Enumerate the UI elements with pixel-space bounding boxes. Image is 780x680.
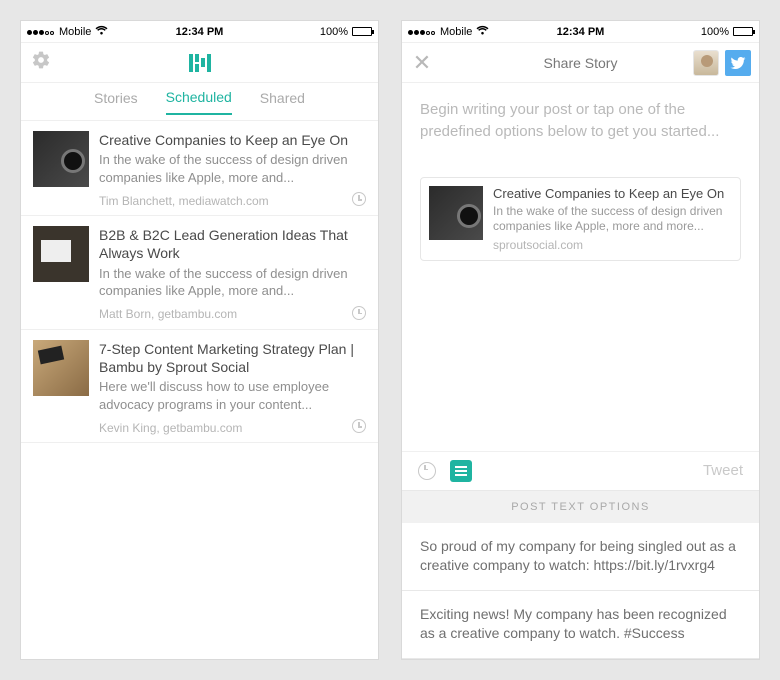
schedule-clock-icon[interactable] (418, 462, 436, 480)
story-meta: Kevin King, getbambu.com (99, 421, 242, 435)
card-source: sproutsocial.com (493, 238, 732, 252)
post-text-option[interactable]: So proud of my company for being singled… (402, 523, 759, 591)
share-nav-bar: ✕ Share Story (402, 43, 759, 83)
story-title: B2B & B2C Lead Generation Ideas That Alw… (99, 226, 366, 262)
story-desc: In the wake of the success of design dri… (99, 265, 366, 300)
battery-icon (733, 27, 753, 36)
story-thumbnail (33, 131, 89, 187)
story-desc: In the wake of the success of design dri… (99, 151, 366, 186)
twitter-button[interactable] (725, 50, 751, 76)
card-desc: In the wake of the success of design dri… (493, 204, 732, 235)
attached-story-card[interactable]: Creative Companies to Keep an Eye On In … (420, 177, 741, 261)
story-meta: Matt Born, getbambu.com (99, 307, 237, 321)
signal-dots-icon (408, 26, 436, 38)
tab-scheduled[interactable]: Scheduled (166, 89, 232, 115)
carrier-label: Mobile (440, 26, 472, 38)
compose-textarea[interactable]: Begin writing your post or tap one of th… (420, 99, 741, 173)
wifi-icon (476, 25, 489, 38)
clock-label: 12:34 PM (176, 26, 224, 38)
phone-right-share: Mobile 12:34 PM 100% ✕ Share Story Begin… (401, 20, 760, 660)
clock-label: 12:34 PM (557, 26, 605, 38)
story-title: Creative Companies to Keep an Eye On (99, 131, 366, 149)
signal-dots-icon (27, 26, 55, 38)
tweet-button[interactable]: Tweet (703, 462, 743, 479)
scheduled-list[interactable]: Creative Companies to Keep an Eye On In … (21, 121, 378, 659)
carrier-label: Mobile (59, 26, 91, 38)
battery-pct-label: 100% (320, 26, 348, 38)
list-item[interactable]: Creative Companies to Keep an Eye On In … (21, 121, 378, 216)
tab-bar: Stories Scheduled Shared (21, 83, 378, 121)
story-desc: Here we'll discuss how to use employee a… (99, 378, 366, 413)
scheduled-clock-icon (352, 306, 366, 320)
story-title: 7-Step Content Marketing Strategy Plan |… (99, 340, 366, 376)
app-logo-icon (189, 54, 211, 72)
compose-toolbar: Tweet (402, 451, 759, 491)
card-title: Creative Companies to Keep an Eye On (493, 186, 732, 202)
notes-button[interactable] (450, 460, 472, 482)
tab-shared[interactable]: Shared (260, 90, 305, 114)
status-bar: Mobile 12:34 PM 100% (402, 21, 759, 43)
user-avatar[interactable] (693, 50, 719, 76)
scheduled-clock-icon (352, 419, 366, 433)
story-thumbnail (33, 340, 89, 396)
phone-left-stories: Mobile 12:34 PM 100% Stories Scheduled S… (20, 20, 379, 660)
list-item[interactable]: B2B & B2C Lead Generation Ideas That Alw… (21, 216, 378, 329)
settings-gear-icon[interactable] (31, 50, 51, 75)
wifi-icon (95, 25, 108, 38)
story-meta: Tim Blanchett, mediawatch.com (99, 194, 269, 208)
battery-icon (352, 27, 372, 36)
post-text-option[interactable]: Exciting news! My company has been recog… (402, 591, 759, 659)
card-thumbnail (429, 186, 483, 240)
story-thumbnail (33, 226, 89, 282)
battery-pct-label: 100% (701, 26, 729, 38)
list-item[interactable]: 7-Step Content Marketing Strategy Plan |… (21, 330, 378, 443)
tab-stories[interactable]: Stories (94, 90, 138, 114)
scheduled-clock-icon (352, 192, 366, 206)
nav-bar (21, 43, 378, 83)
status-bar: Mobile 12:34 PM 100% (21, 21, 378, 43)
post-options-header: POST TEXT OPTIONS (402, 491, 759, 523)
